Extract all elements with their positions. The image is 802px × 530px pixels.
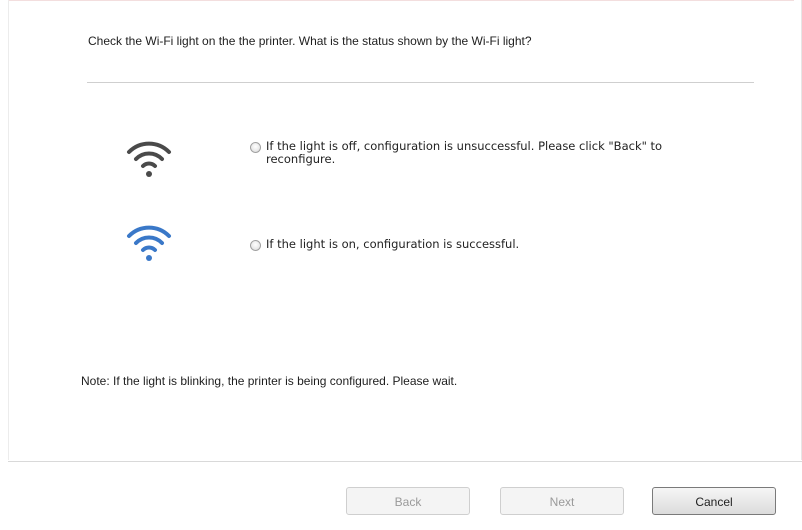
wifi-on-icon — [127, 225, 171, 261]
option-light-off[interactable]: If the light is off, configuration is un… — [250, 140, 666, 166]
option-light-on-label: If the light is on, configuration is suc… — [266, 237, 520, 251]
option-light-on[interactable]: If the light is on, configuration is suc… — [250, 238, 666, 251]
divider — [87, 82, 754, 83]
window-left-edge — [8, 0, 9, 460]
back-button[interactable]: Back — [346, 487, 470, 515]
question-text: Check the Wi-Fi light on the the printer… — [88, 34, 532, 48]
window-top-edge — [8, 0, 794, 1]
next-button[interactable]: Next — [500, 487, 624, 515]
wifi-off-icon — [127, 141, 171, 177]
cancel-button[interactable]: Cancel — [652, 487, 776, 515]
note-text: Note: If the light is blinking, the prin… — [81, 374, 458, 388]
radio-light-off[interactable] — [250, 142, 261, 153]
option-light-off-label: If the light is off, configuration is un… — [266, 139, 663, 166]
radio-light-on[interactable] — [250, 240, 261, 251]
